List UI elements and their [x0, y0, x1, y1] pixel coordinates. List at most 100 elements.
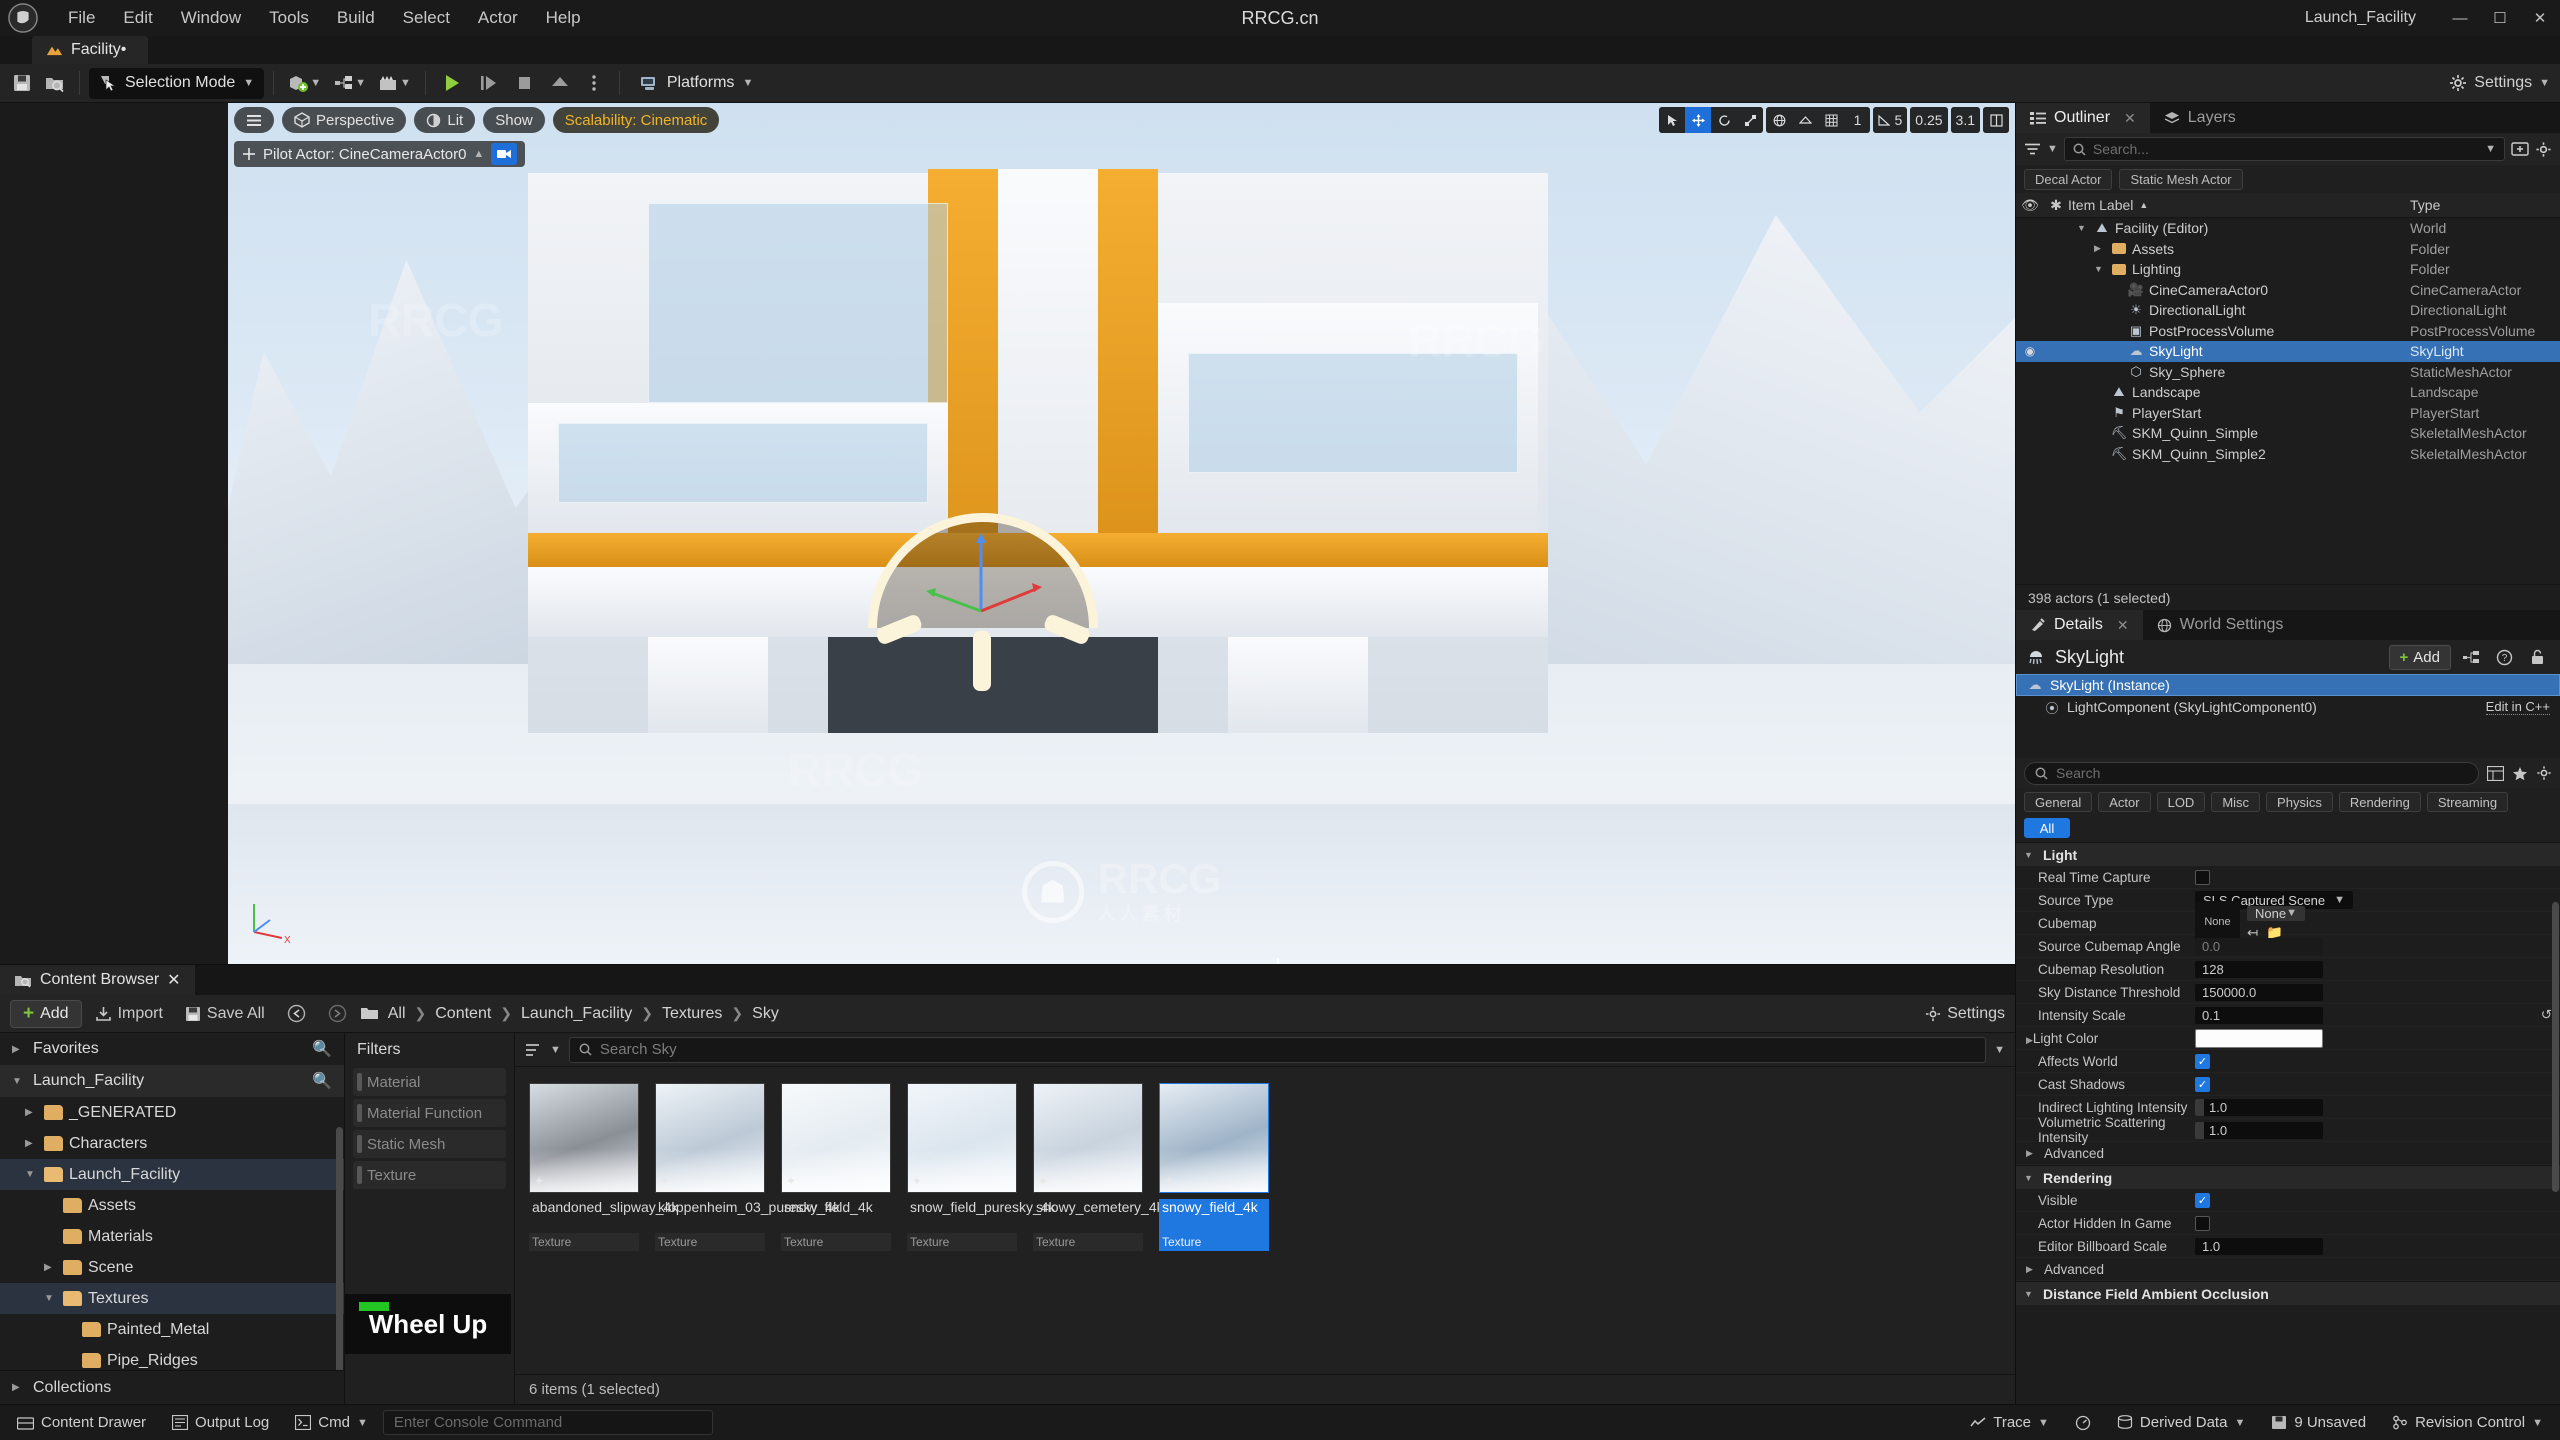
- details-category-physics[interactable]: Physics: [2266, 792, 2333, 812]
- level-viewport[interactable]: Perspective Lit Show Scalability: Cinema…: [228, 103, 2015, 964]
- outliner-row-facility-editor-[interactable]: ▼ ⛰ Facility (Editor) World: [2016, 218, 2560, 239]
- details-category-actor[interactable]: Actor: [2098, 792, 2151, 812]
- filter-material[interactable]: Material: [353, 1068, 506, 1096]
- derived-data-button[interactable]: Derived Data ▼: [2106, 1410, 2256, 1436]
- menu-build[interactable]: Build: [323, 4, 389, 32]
- text-field[interactable]: 150000.0: [2195, 983, 2323, 1001]
- gear-icon-details[interactable]: [2536, 765, 2552, 781]
- outliner-row-cinecameraactor0[interactable]: 🎥 CineCameraActor0 CineCameraActor: [2016, 280, 2560, 301]
- checkbox[interactable]: [2195, 1215, 2210, 1231]
- chevron-down-icon-rc[interactable]: ▼: [2532, 1417, 2543, 1429]
- details-scrollbar[interactable]: [2552, 902, 2559, 1192]
- component-row[interactable]: ⦿ LightComponent (SkyLightComponent0) Edit…: [2016, 696, 2560, 718]
- grid-snap-value[interactable]: 1: [1844, 107, 1871, 133]
- asset-thumbnail[interactable]: ✦: [907, 1083, 1017, 1193]
- minimize-button[interactable]: —: [2440, 0, 2480, 36]
- property-row-cubemap[interactable]: Cubemap None None ▼ ↤ 📁: [2016, 900, 2560, 946]
- tab-layers[interactable]: Layers: [2150, 103, 2250, 133]
- chip-static-mesh-actor[interactable]: Static Mesh Actor: [2119, 168, 2243, 190]
- chevron-down-icon-trace[interactable]: ▼: [2038, 1417, 2049, 1429]
- menu-window[interactable]: Window: [167, 4, 255, 32]
- eject-button[interactable]: [543, 68, 577, 99]
- outliner-row-directionallight[interactable]: ☀ DirectionalLight DirectionalLight: [2016, 300, 2560, 321]
- subsection-expander-icon[interactable]: ▶: [2026, 1148, 2038, 1159]
- trace-button[interactable]: Trace ▼: [1959, 1410, 2060, 1436]
- lock-icon[interactable]: [2525, 645, 2550, 670]
- add-actor-button[interactable]: ▼: [283, 68, 326, 99]
- asset-thumbnail[interactable]: ✦: [529, 1083, 639, 1193]
- move-tool-button[interactable]: [1685, 107, 1712, 133]
- color-swatch[interactable]: [2195, 1028, 2323, 1048]
- section-header-rendering[interactable]: ▼ Rendering: [2016, 1165, 2560, 1189]
- menu-edit[interactable]: Edit: [109, 4, 166, 32]
- level-tab-facility[interactable]: Facility•: [32, 36, 149, 64]
- menu-file[interactable]: File: [54, 4, 109, 32]
- asset-tile[interactable]: ✦ abandoned_slipway_4k Texture: [529, 1083, 678, 1251]
- tree-scroll[interactable]: ▶ _GENERATED ▶ Characters ▼ Launch_Facility As…: [0, 1097, 344, 1370]
- maximize-button[interactable]: ☐: [2480, 0, 2520, 36]
- menu-help[interactable]: Help: [532, 4, 595, 32]
- close-icon-outliner[interactable]: ✕: [2124, 110, 2136, 127]
- filter-material-function[interactable]: Material Function: [353, 1099, 506, 1127]
- details-category-general[interactable]: General: [2024, 792, 2093, 812]
- column-star-icon[interactable]: ✱: [2044, 197, 2068, 214]
- scale-tool-button[interactable]: [1737, 107, 1764, 133]
- tab-content-browser[interactable]: Content Browser ✕: [0, 965, 195, 995]
- pilot-actor-bar[interactable]: Pilot Actor: CineCameraActor0 ▲: [234, 141, 526, 167]
- world-space-button[interactable]: [1766, 107, 1793, 133]
- toolbar-settings-button[interactable]: Settings ▼: [2449, 74, 2550, 92]
- breadcrumb-sky[interactable]: Sky: [752, 1005, 779, 1023]
- details-category-misc[interactable]: Misc: [2211, 792, 2261, 812]
- property-row-sky-distance-threshold[interactable]: Sky Distance Threshold 150000.0: [2016, 981, 2560, 1004]
- asset-tile[interactable]: ✦ snowy_cemetery_4k Texture: [1033, 1083, 1164, 1251]
- property-row-intensity-scale[interactable]: Intensity Scale 0.1 ↺: [2016, 1004, 2560, 1027]
- skip-frame-button[interactable]: [471, 68, 505, 99]
- save-all-button[interactable]: Save All: [176, 1000, 274, 1028]
- viewport-perspective-button[interactable]: Perspective: [282, 107, 407, 133]
- section-header-distance-field-ambient-occlusion[interactable]: ▼ Distance Field Ambient Occlusion: [2016, 1281, 2560, 1305]
- close-icon-details[interactable]: ✕: [2117, 617, 2129, 634]
- camera-speed-button[interactable]: 3.1: [1950, 107, 1980, 133]
- tree-item-launch-facility[interactable]: ▼ Launch_Facility: [0, 1159, 344, 1190]
- property-row-actor-hidden-in-game[interactable]: Actor Hidden In Game: [2016, 1212, 2560, 1235]
- help-icon[interactable]: ?: [2492, 645, 2517, 670]
- output-log-button[interactable]: Output Log: [161, 1410, 280, 1436]
- asset-tile[interactable]: ✦ snowy_field_4k Texture: [1159, 1083, 1269, 1251]
- pilot-collapse-icon[interactable]: ▲: [473, 148, 484, 160]
- filter-texture[interactable]: Texture: [353, 1161, 506, 1189]
- view-options-icon[interactable]: [525, 1043, 542, 1057]
- menu-select[interactable]: Select: [389, 4, 464, 32]
- filter-static-mesh[interactable]: Static Mesh: [353, 1130, 506, 1158]
- selection-mode-button[interactable]: Selection Mode ▼: [89, 67, 265, 99]
- asset-tile[interactable]: ✦ snow_field_4k Texture: [781, 1083, 891, 1251]
- tab-details[interactable]: Details ✕: [2016, 610, 2143, 640]
- property-row-cast-shadows[interactable]: Cast Shadows ✓: [2016, 1073, 2560, 1096]
- menu-bar[interactable]: File Edit Window Tools Build Select Acto…: [54, 0, 595, 36]
- collections-footer[interactable]: ▶ Collections: [0, 1370, 344, 1404]
- tab-outliner[interactable]: Outliner ✕: [2016, 103, 2150, 133]
- component-hierarchy-icon[interactable]: [2459, 645, 2484, 670]
- outliner-row-assets[interactable]: ▶ Assets Folder: [2016, 239, 2560, 260]
- details-add-button[interactable]: + Add: [2388, 644, 2451, 670]
- numeric-field[interactable]: 1.0: [2195, 1098, 2323, 1116]
- text-field[interactable]: 0.0: [2195, 937, 2323, 955]
- property-row-light-color[interactable]: ▶Light Color: [2016, 1027, 2560, 1050]
- property-expander-icon[interactable]: ▶: [2026, 1035, 2033, 1045]
- checkbox[interactable]: ✓: [2195, 1053, 2210, 1069]
- tree-item-textures[interactable]: ▼ Textures: [0, 1283, 344, 1314]
- tree-item-characters[interactable]: ▶ Characters: [0, 1128, 344, 1159]
- add-button[interactable]: + Add: [10, 999, 82, 1028]
- new-folder-icon[interactable]: [2511, 141, 2529, 157]
- property-row-volumetric-scattering-intensity[interactable]: Volumetric Scattering Intensity 1.0: [2016, 1115, 2560, 1145]
- close-icon[interactable]: ✕: [167, 970, 180, 990]
- menu-actor[interactable]: Actor: [464, 4, 532, 32]
- property-row-source-cubemap-angle[interactable]: Source Cubemap Angle 0.0: [2016, 935, 2560, 958]
- outliner-row-skm-quinn-simple2[interactable]: ⛏ SKM_Quinn_Simple2 SkeletalMeshActor: [2016, 444, 2560, 465]
- tree-item-materials[interactable]: Materials: [0, 1221, 344, 1252]
- outliner-row-postprocessvolume[interactable]: ▣ PostProcessVolume PostProcessVolume: [2016, 321, 2560, 342]
- revision-control-button[interactable]: Revision Control ▼: [2381, 1410, 2554, 1436]
- chip-decal-actor[interactable]: Decal Actor: [2024, 168, 2113, 190]
- outliner-row-skm-quinn-simple[interactable]: ⛏ SKM_Quinn_Simple SkeletalMeshActor: [2016, 423, 2560, 444]
- asset-thumbnail[interactable]: ✦: [781, 1083, 891, 1193]
- chevron-down-icon-filter[interactable]: ▼: [2047, 143, 2058, 155]
